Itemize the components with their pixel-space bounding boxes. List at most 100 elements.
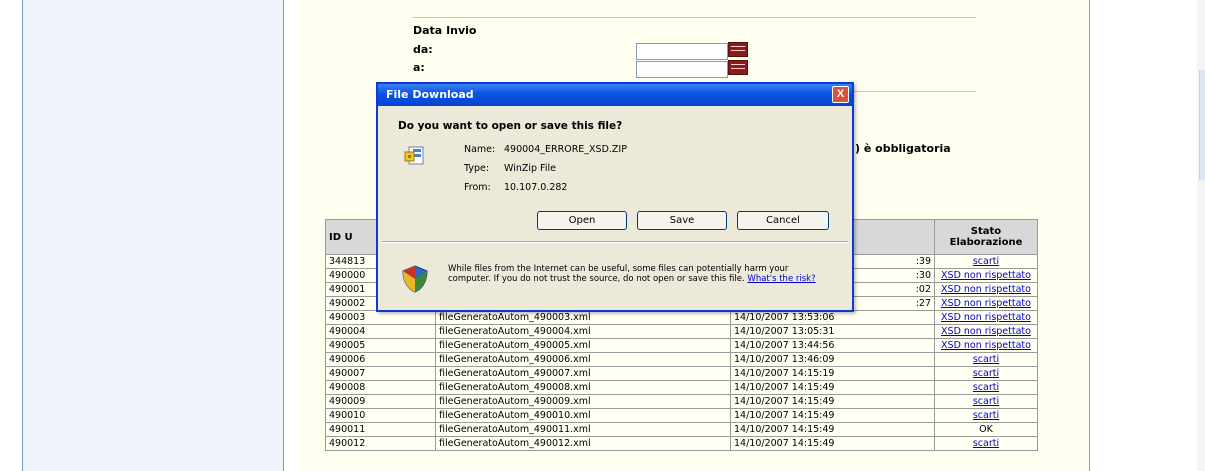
cell-send-date: 14/10/2007 14:15:49 xyxy=(730,394,935,409)
column-header-stato-line2: Elaborazione xyxy=(949,237,1023,248)
required-field-note: ) è obbligatoria xyxy=(855,142,951,155)
table-row: 490012 fileGeneratoAutom_490012.xml 14/10/… xyxy=(325,436,1038,451)
cell-stato: XSD non rispettato xyxy=(934,282,1038,297)
cell-id: 490007 xyxy=(325,366,436,381)
scrollbar-thumb[interactable] xyxy=(1199,70,1205,180)
cell-file-name: fileGeneratoAutom_490008.xml xyxy=(435,380,731,395)
cell-stato: XSD non rispettato xyxy=(934,310,1038,325)
file-type-label: Type: xyxy=(464,163,490,174)
cell-send-date: 14/10/2007 13:44:56 xyxy=(730,338,935,353)
cell-send-date: 14/10/2007 14:15:19 xyxy=(730,366,935,381)
table-row: 490009 fileGeneratoAutom_490009.xml 14/10/… xyxy=(325,394,1038,409)
file-name-value: 490004_ERRORE_XSD.ZIP xyxy=(504,144,627,155)
cell-file-name: fileGeneratoAutom_490010.xml xyxy=(435,408,731,423)
cell-file-name: fileGeneratoAutom_490004.xml xyxy=(435,324,731,339)
xsd-error-link[interactable]: XSD non rispettato xyxy=(941,298,1031,309)
panel-divider xyxy=(283,0,284,471)
file-from-label: From: xyxy=(464,182,491,193)
cell-stato: scarti xyxy=(934,380,1038,395)
calendar-to-icon[interactable] xyxy=(728,60,748,75)
cell-file-name: fileGeneratoAutom_490009.xml xyxy=(435,394,731,409)
whats-the-risk-link[interactable]: What's the risk? xyxy=(747,274,815,284)
cell-file-name: fileGeneratoAutom_490012.xml xyxy=(435,436,731,451)
cell-send-date: 14/10/2007 14:15:49 xyxy=(730,436,935,451)
cell-id: 490011 xyxy=(325,422,436,437)
cell-stato: XSD non rispettato xyxy=(934,296,1038,311)
date-from-input[interactable] xyxy=(636,43,728,60)
table-row: 490004 fileGeneratoAutom_490004.xml 14/10/… xyxy=(325,324,1038,339)
cell-file-name: fileGeneratoAutom_490006.xml xyxy=(435,352,731,367)
xsd-error-link[interactable]: XSD non rispettato xyxy=(941,284,1031,295)
cell-stato: XSD non rispettato xyxy=(934,324,1038,339)
file-type-row: Type: WinZip File xyxy=(464,163,556,174)
cell-send-date: 14/10/2007 13:46:09 xyxy=(730,352,935,367)
cell-id: 490004 xyxy=(325,324,436,339)
cell-stato: scarti xyxy=(934,366,1038,381)
dialog-separator xyxy=(382,241,848,243)
xsd-error-link[interactable]: XSD non rispettato xyxy=(941,340,1031,351)
table-row: 490006 fileGeneratoAutom_490006.xml 14/10/… xyxy=(325,352,1038,367)
scarti-link[interactable]: scarti xyxy=(973,354,999,365)
xsd-error-link[interactable]: XSD non rispettato xyxy=(941,326,1031,337)
cell-id: 490003 xyxy=(325,310,436,325)
scarti-link[interactable]: scarti xyxy=(973,438,999,449)
stato-ok-text: OK xyxy=(979,424,993,435)
left-navigation-panel xyxy=(23,0,283,471)
cell-file-name: fileGeneratoAutom_490007.xml xyxy=(435,366,731,381)
cell-stato: XSD non rispettato xyxy=(934,268,1038,283)
scarti-link[interactable]: scarti xyxy=(973,382,999,393)
xsd-error-link[interactable]: XSD non rispettato xyxy=(941,312,1031,323)
cell-id: 490009 xyxy=(325,394,436,409)
table-row: 490007 fileGeneratoAutom_490007.xml 14/10/… xyxy=(325,366,1038,381)
calendar-from-icon[interactable] xyxy=(728,42,748,57)
cell-send-date: 14/10/2007 14:15:49 xyxy=(730,422,935,437)
file-download-dialog: File Download X Do you want to open or s… xyxy=(376,82,854,312)
dialog-question: Do you want to open or save this file? xyxy=(398,120,623,132)
cell-stato: scarti xyxy=(934,254,1038,269)
close-button[interactable]: X xyxy=(832,86,849,103)
cell-id: 490005 xyxy=(325,338,436,353)
cell-stato: OK xyxy=(934,422,1038,437)
table-row: 490011 fileGeneratoAutom_490011.xml 14/10/… xyxy=(325,422,1038,437)
dialog-titlebar[interactable]: File Download X xyxy=(378,84,852,106)
cancel-button[interactable]: Cancel xyxy=(737,211,829,230)
file-type-value: WinZip File xyxy=(504,163,556,174)
cell-id: 490008 xyxy=(325,380,436,395)
security-warning-text: While files from the Internet can be use… xyxy=(448,264,789,284)
column-header-stato[interactable]: Stato Elaborazione xyxy=(934,219,1038,255)
file-from-value: 10.107.0.282 xyxy=(504,182,568,193)
cell-stato: XSD non rispettato xyxy=(934,338,1038,353)
security-warning: While files from the Internet can be use… xyxy=(448,264,828,284)
scarti-link[interactable]: scarti xyxy=(973,368,999,379)
save-button[interactable]: Save xyxy=(637,211,727,230)
cell-id: 490010 xyxy=(325,408,436,423)
date-section-title: Data Invio xyxy=(413,24,477,37)
table-row: 490008 fileGeneratoAutom_490008.xml 14/10/… xyxy=(325,380,1038,395)
scarti-link[interactable]: scarti xyxy=(973,396,999,407)
table-row: 490003 fileGeneratoAutom_490003.xml 14/10/… xyxy=(325,310,1038,325)
table-row: 490005 fileGeneratoAutom_490005.xml 14/10/… xyxy=(325,338,1038,353)
file-name-row: Name: 490004_ERRORE_XSD.ZIP xyxy=(464,144,627,155)
cell-send-date: 14/10/2007 13:53:06 xyxy=(730,310,935,325)
cell-send-date: 14/10/2007 13:05:31 xyxy=(730,324,935,339)
cell-file-name: fileGeneratoAutom_490003.xml xyxy=(435,310,731,325)
cell-file-name: fileGeneratoAutom_490011.xml xyxy=(435,422,731,437)
cell-id: 490006 xyxy=(325,352,436,367)
xsd-error-link[interactable]: XSD non rispettato xyxy=(941,270,1031,281)
date-to-input[interactable] xyxy=(636,61,728,78)
file-from-row: From: 10.107.0.282 xyxy=(464,182,567,193)
open-button[interactable]: Open xyxy=(537,211,627,230)
cell-stato: scarti xyxy=(934,436,1038,451)
cell-stato: scarti xyxy=(934,352,1038,367)
date-from-label: da: xyxy=(413,43,433,56)
dialog-title: File Download xyxy=(386,88,474,101)
scarti-link[interactable]: scarti xyxy=(973,410,999,421)
scarti-link[interactable]: scarti xyxy=(973,256,999,267)
column-header-stato-line1: Stato xyxy=(970,226,1002,237)
date-to-label: a: xyxy=(413,61,425,74)
cell-stato: scarti xyxy=(934,394,1038,409)
form-divider-middle xyxy=(854,91,976,92)
table-row: 490010 fileGeneratoAutom_490010.xml 14/10/… xyxy=(325,408,1038,423)
content-border-right xyxy=(1089,0,1090,471)
zip-file-icon xyxy=(404,146,424,165)
